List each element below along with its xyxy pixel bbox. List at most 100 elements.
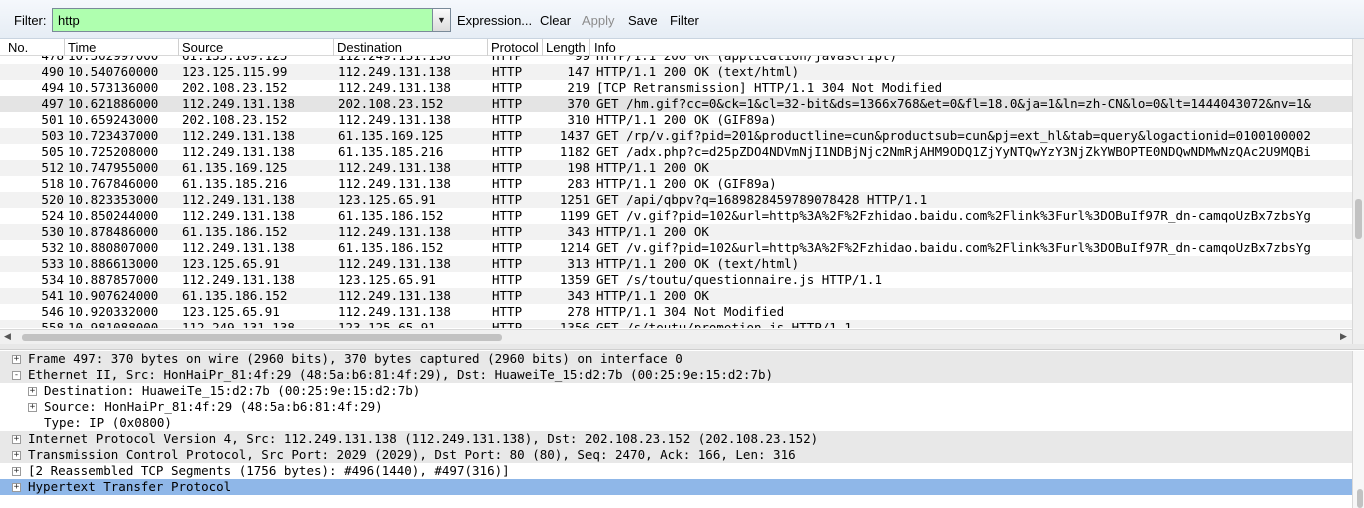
column-header-time[interactable]: Time bbox=[68, 40, 96, 55]
filter-button[interactable]: Filter bbox=[670, 13, 699, 28]
column-divider[interactable] bbox=[64, 39, 65, 56]
column-header-no[interactable]: No. bbox=[8, 40, 28, 55]
scrollbar-thumb[interactable] bbox=[22, 334, 502, 341]
expression-button[interactable]: Expression... bbox=[457, 13, 532, 28]
packet-row[interactable]: 505 10.725208000 112.249.131.138 61.135.185… bbox=[0, 144, 1352, 160]
expand-icon[interactable]: + bbox=[12, 435, 21, 444]
cell-source: 112.249.131.138 bbox=[182, 96, 295, 111]
packet-row[interactable]: 524 10.850244000 112.249.131.138 61.135.186… bbox=[0, 208, 1352, 224]
packet-row[interactable]: 518 10.767846000 61.135.185.216 112.249.131… bbox=[0, 176, 1352, 192]
expand-icon[interactable]: + bbox=[12, 451, 21, 460]
cell-length: 1199 bbox=[559, 208, 590, 223]
cell-destination: 61.135.169.125 bbox=[338, 128, 444, 143]
details-item-label: Source: HonHaiPr_81:4f:29 (48:5a:b6:81:4… bbox=[44, 399, 383, 414]
packet-row[interactable]: 520 10.823353000 112.249.131.138 123.125.65… bbox=[0, 192, 1352, 208]
details-tree-item[interactable]: + Transmission Control Protocol, Src Port… bbox=[0, 447, 1352, 463]
packet-list-horizontal-scrollbar[interactable]: ◀ ▶ bbox=[0, 329, 1352, 344]
scrollbar-thumb[interactable] bbox=[1355, 199, 1362, 239]
cell-destination: 61.135.186.152 bbox=[338, 240, 444, 255]
column-header-info[interactable]: Info bbox=[594, 40, 616, 55]
scroll-left-icon[interactable]: ◀ bbox=[4, 331, 11, 342]
packet-list-vertical-scrollbar[interactable] bbox=[1352, 39, 1364, 344]
cell-protocol: HTTP bbox=[492, 128, 523, 143]
details-tree-item[interactable]: + Destination: HuaweiTe_15:d2:7b (00:25:9… bbox=[0, 383, 1352, 399]
details-vertical-scrollbar[interactable] bbox=[1352, 351, 1364, 508]
packet-row[interactable]: 530 10.878486000 61.135.186.152 112.249.131… bbox=[0, 224, 1352, 240]
cell-time: 10.725208000 bbox=[68, 144, 159, 159]
cell-time: 10.981088000 bbox=[68, 320, 159, 328]
packet-row[interactable]: 512 10.747955000 61.135.169.125 112.249.131… bbox=[0, 160, 1352, 176]
packet-list[interactable]: 47810.50299700061.135.169.125112.249.131… bbox=[0, 56, 1352, 328]
column-header-destination[interactable]: Destination bbox=[337, 40, 402, 55]
column-header-protocol[interactable]: Protocol bbox=[491, 40, 539, 55]
details-item-label: Hypertext Transfer Protocol bbox=[28, 479, 232, 494]
pane-splitter[interactable] bbox=[0, 344, 1364, 350]
column-divider[interactable] bbox=[589, 39, 590, 56]
scroll-right-icon[interactable]: ▶ bbox=[1340, 331, 1347, 342]
cell-destination: 112.249.131.138 bbox=[338, 224, 451, 239]
cell-time: 10.502997000 bbox=[68, 56, 158, 64]
packet-details-tree[interactable]: + Frame 497: 370 bytes on wire (2960 bits… bbox=[0, 351, 1364, 508]
packet-row[interactable]: 503 10.723437000 112.249.131.138 61.135.169… bbox=[0, 128, 1352, 144]
column-divider[interactable] bbox=[178, 39, 179, 56]
details-item-label: Type: IP (0x0800) bbox=[44, 415, 172, 430]
packet-row[interactable]: 478 10.502997000 61.135.169.125 112.249.131… bbox=[0, 56, 1352, 64]
cell-info: [TCP Retransmission] HTTP/1.1 304 Not Mo… bbox=[596, 80, 943, 95]
cell-length: 310 bbox=[567, 112, 590, 127]
apply-button[interactable]: Apply bbox=[582, 13, 615, 28]
packet-row[interactable]: 490 10.540760000 123.125.115.99 112.249.131… bbox=[0, 64, 1352, 80]
details-tree-item[interactable]: + Frame 497: 370 bytes on wire (2960 bits… bbox=[0, 351, 1352, 367]
cell-source: 112.249.131.138 bbox=[182, 320, 295, 328]
expand-icon[interactable]: + bbox=[28, 387, 37, 396]
column-divider[interactable] bbox=[333, 39, 334, 56]
details-tree-item[interactable]: + [2 Reassembled TCP Segments (1756 bytes… bbox=[0, 463, 1352, 479]
filter-input[interactable] bbox=[52, 8, 433, 32]
cell-time: 10.723437000 bbox=[68, 128, 159, 143]
details-tree-item[interactable]: - Ethernet II, Src: HonHaiPr_81:4f:29 (48… bbox=[0, 367, 1352, 383]
clear-button[interactable]: Clear bbox=[540, 13, 571, 28]
save-button[interactable]: Save bbox=[628, 13, 658, 28]
column-divider[interactable] bbox=[542, 39, 543, 56]
expand-icon[interactable]: + bbox=[12, 467, 21, 476]
cell-info: GET /v.gif?pid=102&url=http%3A%2F%2Fzhid… bbox=[596, 208, 1311, 223]
cell-info: HTTP/1.1 200 OK (GIF89a) bbox=[596, 112, 777, 127]
packet-row[interactable]: 497 10.621886000 112.249.131.138 202.108.23… bbox=[0, 96, 1352, 112]
details-tree-item[interactable]: + Internet Protocol Version 4, Src: 112.2… bbox=[0, 431, 1352, 447]
details-item-label: [2 Reassembled TCP Segments (1756 bytes)… bbox=[28, 463, 510, 478]
column-divider[interactable] bbox=[487, 39, 488, 56]
cell-time: 10.621886000 bbox=[68, 96, 159, 111]
packet-row[interactable]: 494 10.573136000 202.108.23.152 112.249.131… bbox=[0, 80, 1352, 96]
cell-length: 1437 bbox=[559, 128, 590, 143]
column-header-length[interactable]: Length bbox=[546, 40, 586, 55]
expand-icon[interactable]: + bbox=[28, 403, 37, 412]
packet-row[interactable]: 541 10.907624000 61.135.186.152 112.249.131… bbox=[0, 288, 1352, 304]
packet-row[interactable]: 501 10.659243000 202.108.23.152 112.249.131… bbox=[0, 112, 1352, 128]
cell-source: 112.249.131.138 bbox=[182, 128, 295, 143]
cell-info: HTTP/1.1 304 Not Modified bbox=[596, 304, 785, 319]
cell-time: 10.573136000 bbox=[68, 80, 159, 95]
details-tree-item[interactable]: Type: IP (0x0800) bbox=[0, 415, 1352, 431]
cell-length: 1251 bbox=[559, 192, 590, 207]
packet-row[interactable]: 533 10.886613000 123.125.65.91 112.249.131.… bbox=[0, 256, 1352, 272]
cell-no: 533 bbox=[41, 256, 64, 271]
details-tree-item[interactable]: + Hypertext Transfer Protocol bbox=[0, 479, 1352, 495]
column-header-source[interactable]: Source bbox=[182, 40, 223, 55]
cell-info: HTTP/1.1 200 OK (text/html) bbox=[596, 64, 800, 79]
packet-row[interactable]: 532 10.880807000 112.249.131.138 61.135.186… bbox=[0, 240, 1352, 256]
cell-no: 558 bbox=[41, 320, 64, 328]
cell-source: 112.249.131.138 bbox=[182, 272, 295, 287]
packet-row[interactable]: 534 10.887857000 112.249.131.138 123.125.65… bbox=[0, 272, 1352, 288]
cell-info: HTTP/1.1 200 OK (application/javascript) bbox=[596, 56, 897, 64]
expand-icon[interactable]: + bbox=[12, 355, 21, 364]
packet-row[interactable]: 558 10.981088000 112.249.131.138 123.125.65… bbox=[0, 320, 1352, 328]
filter-history-dropdown[interactable]: ▼ bbox=[433, 8, 451, 32]
cell-destination: 123.125.65.91 bbox=[338, 320, 436, 328]
cell-protocol: HTTP bbox=[492, 240, 523, 255]
cell-no: 490 bbox=[41, 64, 64, 79]
details-tree-item[interactable]: + Source: HonHaiPr_81:4f:29 (48:5a:b6:81:… bbox=[0, 399, 1352, 415]
expand-icon[interactable]: + bbox=[12, 483, 21, 492]
packet-row[interactable]: 546 10.920332000 123.125.65.91 112.249.131.… bbox=[0, 304, 1352, 320]
cell-destination: 123.125.65.91 bbox=[338, 272, 436, 287]
scrollbar-thumb[interactable] bbox=[1357, 489, 1363, 508]
collapse-icon[interactable]: - bbox=[12, 371, 21, 380]
